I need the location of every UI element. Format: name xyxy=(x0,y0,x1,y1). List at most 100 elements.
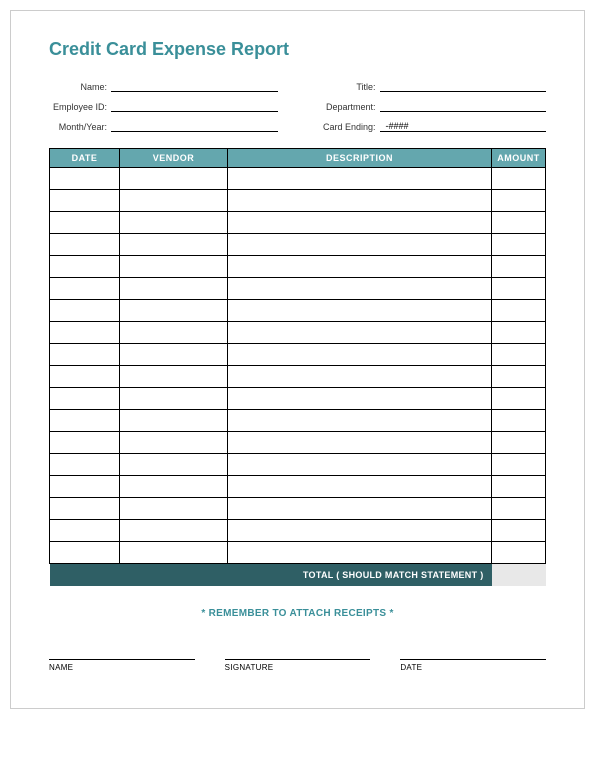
table-cell[interactable] xyxy=(50,190,120,212)
table-cell[interactable] xyxy=(492,234,546,256)
table-cell[interactable] xyxy=(50,366,120,388)
table-cell[interactable] xyxy=(228,410,492,432)
table-cell[interactable] xyxy=(50,432,120,454)
reminder-text: * REMEMBER TO ATTACH RECEIPTS * xyxy=(49,608,546,619)
table-cell[interactable] xyxy=(50,322,120,344)
field-value[interactable]: -#### xyxy=(380,120,547,132)
table-cell[interactable] xyxy=(120,476,228,498)
table-cell[interactable] xyxy=(492,454,546,476)
table-cell[interactable] xyxy=(228,168,492,190)
table-cell[interactable] xyxy=(492,344,546,366)
table-cell[interactable] xyxy=(120,322,228,344)
total-value[interactable] xyxy=(492,564,546,587)
table-cell[interactable] xyxy=(50,542,120,564)
table-cell[interactable] xyxy=(228,212,492,234)
table-cell[interactable] xyxy=(492,542,546,564)
total-row: TOTAL ( SHOULD MATCH STATEMENT ) xyxy=(50,564,546,587)
table-cell[interactable] xyxy=(492,212,546,234)
table-cell[interactable] xyxy=(492,476,546,498)
table-cell[interactable] xyxy=(492,190,546,212)
table-header-row: DATE VENDOR DESCRIPTION AMOUNT xyxy=(50,149,546,168)
field-value[interactable] xyxy=(111,80,278,92)
table-row xyxy=(50,344,546,366)
table-row xyxy=(50,542,546,564)
table-cell[interactable] xyxy=(228,542,492,564)
table-cell[interactable] xyxy=(492,498,546,520)
table-cell[interactable] xyxy=(120,432,228,454)
table-cell[interactable] xyxy=(492,278,546,300)
table-row xyxy=(50,278,546,300)
table-cell[interactable] xyxy=(228,498,492,520)
table-cell[interactable] xyxy=(228,190,492,212)
table-cell[interactable] xyxy=(120,300,228,322)
table-cell[interactable] xyxy=(120,410,228,432)
table-cell[interactable] xyxy=(492,388,546,410)
table-row xyxy=(50,520,546,542)
table-cell[interactable] xyxy=(120,190,228,212)
table-cell[interactable] xyxy=(50,212,120,234)
table-cell[interactable] xyxy=(492,366,546,388)
table-cell[interactable] xyxy=(50,498,120,520)
table-cell[interactable] xyxy=(120,234,228,256)
table-cell[interactable] xyxy=(50,344,120,366)
table-cell[interactable] xyxy=(50,476,120,498)
table-row xyxy=(50,234,546,256)
field-value[interactable] xyxy=(380,100,547,112)
table-cell[interactable] xyxy=(50,520,120,542)
table-cell[interactable] xyxy=(50,410,120,432)
field-name: Name: xyxy=(49,80,278,92)
signature-date[interactable]: DATE xyxy=(400,659,546,672)
table-row xyxy=(50,454,546,476)
table-row xyxy=(50,476,546,498)
table-cell[interactable] xyxy=(228,432,492,454)
field-value[interactable] xyxy=(380,80,547,92)
table-cell[interactable] xyxy=(120,454,228,476)
field-value[interactable] xyxy=(111,120,278,132)
table-cell[interactable] xyxy=(228,234,492,256)
table-cell[interactable] xyxy=(228,476,492,498)
table-cell[interactable] xyxy=(120,366,228,388)
table-cell[interactable] xyxy=(492,256,546,278)
table-cell[interactable] xyxy=(492,410,546,432)
table-cell[interactable] xyxy=(228,300,492,322)
table-cell[interactable] xyxy=(120,388,228,410)
table-cell[interactable] xyxy=(492,300,546,322)
table-cell[interactable] xyxy=(492,520,546,542)
table-cell[interactable] xyxy=(50,454,120,476)
table-cell[interactable] xyxy=(50,388,120,410)
table-cell[interactable] xyxy=(228,322,492,344)
field-value[interactable] xyxy=(111,100,278,112)
table-row xyxy=(50,498,546,520)
field-month-year: Month/Year: xyxy=(49,120,278,132)
table-cell[interactable] xyxy=(120,344,228,366)
table-cell[interactable] xyxy=(228,454,492,476)
table-cell[interactable] xyxy=(120,256,228,278)
header-fields: Name: Title: Employee ID: Department: Mo… xyxy=(49,80,546,132)
field-label: Employee ID: xyxy=(49,102,111,112)
table-cell[interactable] xyxy=(120,278,228,300)
table-cell[interactable] xyxy=(120,542,228,564)
table-cell[interactable] xyxy=(228,388,492,410)
table-cell[interactable] xyxy=(120,168,228,190)
table-cell[interactable] xyxy=(120,212,228,234)
table-cell[interactable] xyxy=(120,520,228,542)
table-cell[interactable] xyxy=(492,322,546,344)
table-cell[interactable] xyxy=(228,278,492,300)
expense-table: DATE VENDOR DESCRIPTION AMOUNT TOTAL ( S… xyxy=(49,148,546,586)
signature-signature[interactable]: SIGNATURE xyxy=(225,659,371,672)
table-cell[interactable] xyxy=(50,234,120,256)
table-row xyxy=(50,410,546,432)
table-row xyxy=(50,366,546,388)
signature-name[interactable]: NAME xyxy=(49,659,195,672)
table-cell[interactable] xyxy=(228,520,492,542)
table-cell[interactable] xyxy=(50,256,120,278)
table-cell[interactable] xyxy=(228,366,492,388)
table-cell[interactable] xyxy=(120,498,228,520)
table-cell[interactable] xyxy=(50,278,120,300)
table-cell[interactable] xyxy=(228,256,492,278)
table-cell[interactable] xyxy=(492,168,546,190)
table-cell[interactable] xyxy=(228,344,492,366)
table-cell[interactable] xyxy=(492,432,546,454)
table-cell[interactable] xyxy=(50,300,120,322)
table-cell[interactable] xyxy=(50,168,120,190)
